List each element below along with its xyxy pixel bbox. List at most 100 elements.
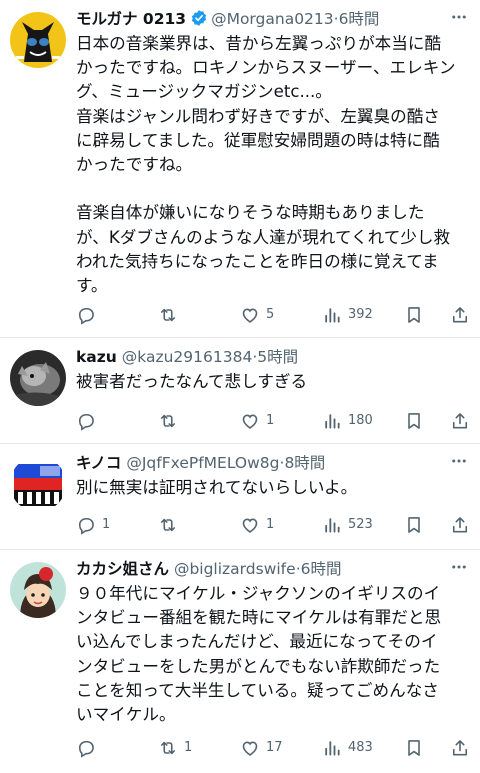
post-text-line: かったですね。ロキノンからスヌーザー、エレキン (76, 58, 456, 78)
display-name[interactable]: kazu (76, 348, 117, 366)
views-button[interactable]: 483 (322, 737, 373, 759)
like-count: 5 (266, 307, 275, 322)
like-button[interactable]: 1 (240, 514, 274, 536)
like-count: 17 (266, 740, 283, 755)
share-button[interactable] (450, 737, 470, 759)
heart-icon (242, 741, 258, 756)
handle[interactable]: @JqfFxePfMELOw8g (126, 454, 279, 472)
post-text: 日本の音楽業界は、昔から左翼っぷりが本当に酷 かったですね。ロキノンからスヌーザ… (76, 32, 474, 298)
post-text-line: われた気持ちになったことを昨日の様に覚えてま (76, 251, 439, 271)
post-text-line: 音楽自体が嫌いになりそうな時期もありました (76, 203, 425, 223)
views-icon (325, 741, 340, 756)
reply-icon (78, 307, 94, 325)
timestamp[interactable]: ·6時間 (296, 560, 342, 578)
display-name[interactable]: カカシ姐さん (76, 560, 169, 578)
bookmark-icon (408, 517, 420, 533)
heart-icon (242, 308, 258, 323)
repost-button[interactable] (158, 514, 184, 536)
post-header: kazu @kazu29161384·5時間 (76, 346, 444, 368)
handle[interactable]: @Morgana0213 (211, 10, 334, 28)
avatar[interactable] (10, 562, 66, 618)
like-button[interactable]: 1 (240, 410, 274, 432)
reply-button[interactable] (76, 304, 102, 326)
views-button[interactable]: 180 (322, 410, 373, 432)
display-name[interactable]: キノコ (76, 454, 121, 472)
post-text-line: に辟易してました。従軍慰安婦問題の時は特に酷 (76, 130, 440, 150)
bookmark-button[interactable] (404, 410, 424, 432)
post[interactable]: モルガナ 0213 @Morgana0213·6時間 日本の音楽業界は、昔から左翼… (0, 0, 480, 338)
bookmark-icon (408, 740, 420, 756)
view-count: 180 (348, 413, 373, 428)
post-text: ９０年代にマイケル・ジャクソンのイギリスのイ ンタビュー番組を観た時にマイケルは… (76, 582, 474, 727)
timestamp[interactable]: ·6時間 (334, 10, 380, 28)
post-text-line: ９０年代にマイケル・ジャクソンのイギリスのイ (76, 584, 441, 603)
like-button[interactable]: 17 (240, 737, 283, 759)
reply-count: 1 (102, 517, 111, 532)
post-header: モルガナ 0213 @Morgana0213·6時間 (76, 8, 444, 30)
bookmark-button[interactable] (404, 514, 424, 536)
repost-icon (160, 518, 176, 532)
bookmark-button[interactable] (404, 304, 424, 326)
repost-button[interactable]: 1 (158, 737, 192, 759)
like-button[interactable]: 5 (240, 304, 274, 326)
share-button[interactable] (450, 304, 470, 326)
handle[interactable]: @kazu29161384 (122, 348, 253, 366)
reply-icon (78, 517, 94, 535)
reply-button[interactable]: 1 (76, 514, 110, 536)
handle[interactable]: @biglizardswife (174, 560, 296, 578)
more-icon[interactable] (448, 8, 470, 30)
repost-icon (160, 741, 176, 755)
action-bar: 5 392 (76, 304, 472, 326)
post[interactable]: カカシ姐さん @biglizardswife·6時間 ９０年代にマイケル・ジャク… (0, 550, 480, 773)
post-header: カカシ姐さん @biglizardswife·6時間 (76, 558, 444, 580)
timestamp[interactable]: ·5時間 (252, 348, 298, 366)
post-text-line (76, 177, 474, 201)
reply-button[interactable] (76, 410, 102, 432)
share-icon (452, 740, 468, 756)
repost-icon (160, 414, 176, 428)
post-text-line: いマイケル。 (76, 704, 176, 724)
reply-button[interactable] (76, 737, 102, 759)
avatar[interactable] (10, 456, 66, 512)
share-icon (452, 413, 468, 429)
view-count: 483 (348, 740, 373, 755)
views-button[interactable]: 523 (322, 514, 373, 536)
views-icon (325, 518, 340, 533)
post-text-line: 日本の音楽業界は、昔から左翼っぷりが本当に酷 (76, 34, 442, 53)
views-icon (325, 414, 340, 429)
timestamp[interactable]: ·8時間 (280, 454, 326, 472)
post-text-line: グ、ミュージックマガジンetc...。 (76, 82, 332, 102)
bookmark-button[interactable] (404, 737, 424, 759)
repost-icon (160, 308, 176, 322)
view-count: 392 (348, 307, 373, 322)
repost-button[interactable] (158, 410, 184, 432)
post-text-line: が、Kダブさんのような人達が現れてくれて少し救 (76, 227, 451, 247)
action-bar: 1 180 (76, 410, 472, 432)
more-icon[interactable] (448, 452, 470, 474)
share-button[interactable] (450, 514, 470, 536)
more-icon[interactable] (448, 558, 470, 580)
action-bar: 1 17 483 (76, 737, 472, 759)
post[interactable]: キノコ @JqfFxePfMELOw8g·8時間 別に無実は証明されてないらしい… (0, 444, 480, 550)
avatar[interactable] (10, 12, 66, 68)
post-text-line: ンタビュー番組を観た時にマイケルは有罪だと思 (76, 608, 442, 628)
display-name[interactable]: モルガナ 0213 (76, 10, 186, 28)
post-text-line: い込んでしまったんだけど、最近になってそのイ (76, 632, 438, 652)
bookmark-icon (408, 413, 420, 429)
views-button[interactable]: 392 (322, 304, 373, 326)
heart-icon (242, 518, 258, 533)
view-count: 523 (348, 517, 373, 532)
heart-icon (242, 414, 258, 429)
post[interactable]: kazu @kazu29161384·5時間 被害者だったなんて悲しすぎる 1 … (0, 338, 480, 444)
share-button[interactable] (450, 410, 470, 432)
avatar[interactable] (10, 350, 66, 406)
views-icon (325, 308, 340, 323)
repost-count: 1 (184, 740, 193, 755)
post-text: 別に無実は証明されてないらしいよ。 (76, 476, 474, 500)
repost-button[interactable] (158, 304, 184, 326)
share-icon (452, 307, 468, 323)
post-text-line: かったですね。 (76, 154, 193, 174)
verified-badge-icon (190, 9, 208, 30)
post-text-line: す。 (76, 275, 108, 295)
reply-icon (78, 740, 94, 758)
